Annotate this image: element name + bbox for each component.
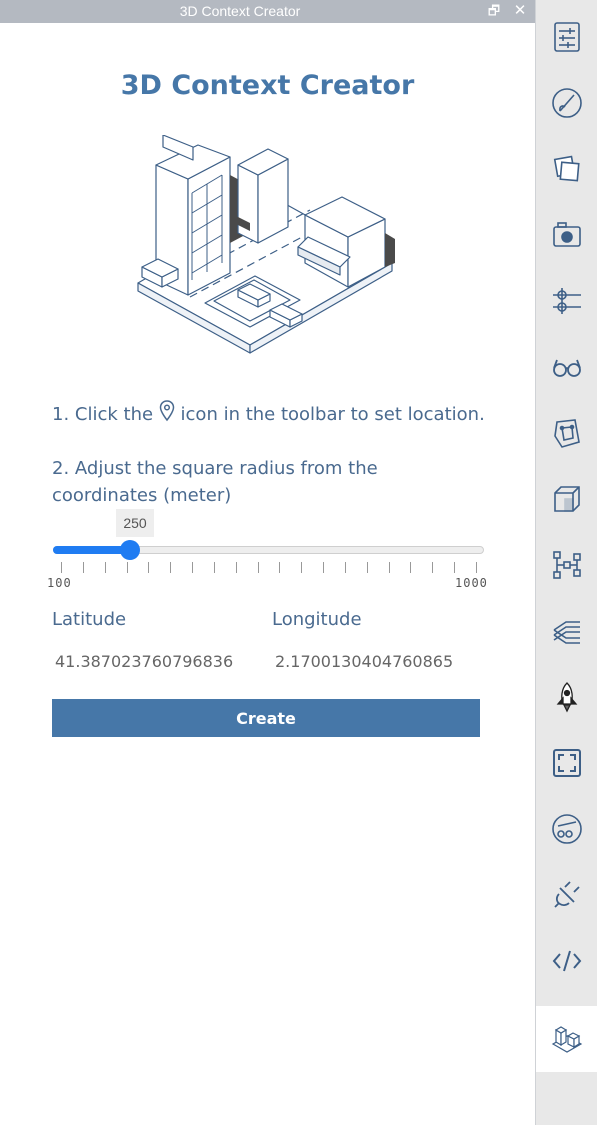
step1-text-before: 1. Click the xyxy=(52,404,154,425)
mesh-object-icon xyxy=(554,419,580,448)
slider-tick xyxy=(148,562,150,573)
plug-icon xyxy=(554,881,580,908)
latitude-label: Latitude xyxy=(52,609,127,630)
create-button[interactable]: Create xyxy=(52,699,480,737)
slider-tick xyxy=(170,562,172,573)
settings-sliders-icon xyxy=(554,22,580,52)
tool-cube[interactable] xyxy=(536,466,597,532)
instruction-step-1: 1. Click the icon in the toolbar to set … xyxy=(52,400,522,428)
tool-mesh[interactable] xyxy=(536,400,597,466)
slider-tick xyxy=(366,562,368,573)
layers-icon xyxy=(553,155,580,182)
slider-tick xyxy=(192,562,194,573)
slider-tick xyxy=(61,562,62,573)
slider-tick xyxy=(235,562,237,573)
latitude-value: 41.387023760796836 xyxy=(55,652,234,671)
tool-fullscreen[interactable] xyxy=(536,730,597,796)
slider-value-bubble: 250 xyxy=(116,509,154,537)
slider-tick xyxy=(104,562,106,573)
fullscreen-icon xyxy=(553,749,581,777)
tool-axis[interactable] xyxy=(536,268,597,334)
slider-tick xyxy=(257,562,259,573)
camera-icon xyxy=(553,222,581,247)
tool-tree[interactable] xyxy=(536,532,597,598)
paint-brush-icon xyxy=(552,88,582,118)
tool-stack[interactable] xyxy=(536,598,597,664)
slider-max-label: 1000 xyxy=(455,576,488,590)
window-title: 3D Context Creator xyxy=(179,3,301,19)
tool-camera[interactable] xyxy=(536,202,597,268)
slider-tick xyxy=(126,562,128,573)
tool-code[interactable] xyxy=(536,928,597,994)
slider-ticks xyxy=(53,562,484,576)
rocket-icon xyxy=(556,682,578,713)
close-window-button[interactable]: ✕ xyxy=(512,3,528,19)
slider-tick xyxy=(301,562,303,573)
instruction-step-2: 2. Adjust the square radius from the coo… xyxy=(52,458,378,506)
slider-tick xyxy=(344,562,346,573)
radius-slider-thumb[interactable] xyxy=(120,540,141,560)
slider-tick xyxy=(82,562,84,573)
axis-crosshair-icon xyxy=(553,288,581,314)
tool-layers[interactable] xyxy=(536,136,597,202)
slider-tick xyxy=(432,562,434,573)
tool-measure[interactable] xyxy=(536,796,597,862)
tool-settings[interactable] xyxy=(536,4,597,70)
city-illustration xyxy=(137,135,395,354)
city-context-icon xyxy=(551,1026,583,1053)
slider-tick xyxy=(279,562,281,573)
glasses-icon xyxy=(553,359,581,377)
slider-tick xyxy=(388,562,390,573)
slider-tick xyxy=(213,562,215,573)
tool-city-context[interactable] xyxy=(536,1006,597,1072)
location-pin-icon xyxy=(159,400,175,422)
right-toolbar xyxy=(535,0,597,1125)
tool-plugin[interactable] xyxy=(536,862,597,928)
longitude-value: 2.1700130404760865 xyxy=(275,652,454,671)
measure-gauge-icon xyxy=(552,814,582,844)
slider-tick xyxy=(476,562,477,573)
restore-window-button[interactable]: 🗗 xyxy=(486,3,502,19)
tool-paint[interactable] xyxy=(536,70,597,136)
tool-launch[interactable] xyxy=(536,664,597,730)
step1-text-after: icon in the toolbar to set location. xyxy=(180,404,485,425)
tree-graph-icon xyxy=(553,551,581,579)
layer-stack-icon xyxy=(553,621,580,644)
longitude-label: Longitude xyxy=(272,609,362,630)
slider-tick xyxy=(410,562,412,573)
slider-tick xyxy=(323,562,325,573)
cube-icon xyxy=(554,486,580,512)
slider-min-label: 100 xyxy=(47,576,72,590)
panel-heading: 3D Context Creator xyxy=(120,70,415,101)
tool-view[interactable] xyxy=(536,334,597,400)
radius-slider-fill xyxy=(53,546,131,554)
slider-tick xyxy=(454,562,456,573)
window-title-bar: 3D Context Creator 🗗 ✕ xyxy=(0,0,535,23)
code-icon xyxy=(552,950,582,972)
